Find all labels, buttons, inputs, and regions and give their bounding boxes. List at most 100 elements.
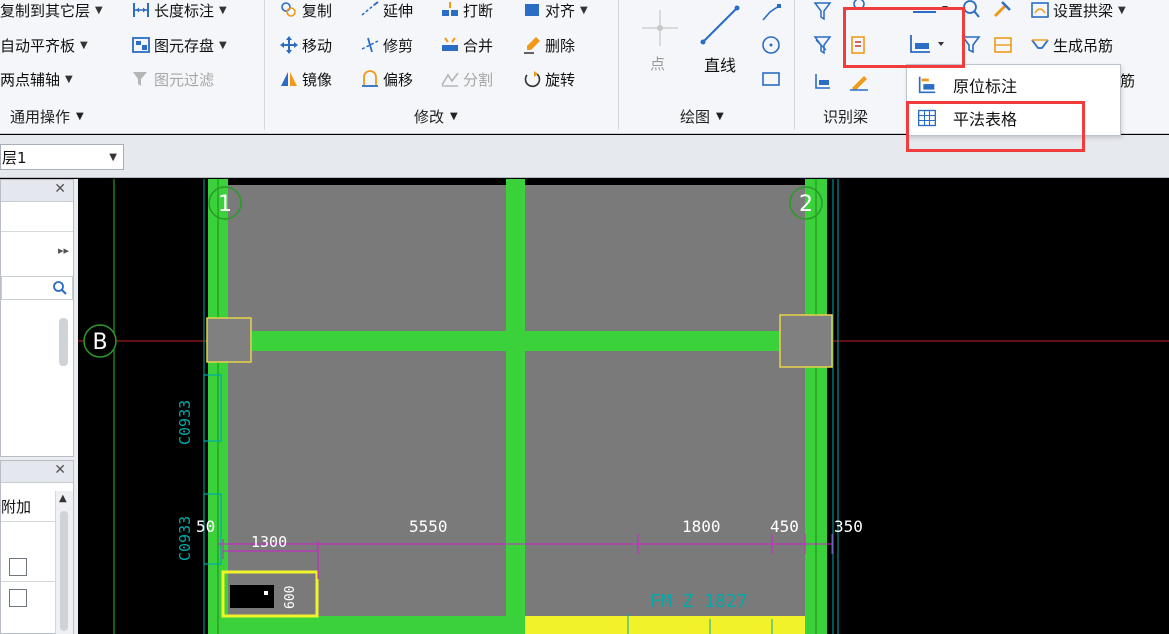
circle-tool-button[interactable] — [758, 32, 784, 58]
scrollbar-thumb[interactable] — [60, 511, 68, 631]
element-save-label: 图元存盘 — [154, 36, 215, 55]
dropdown-arrow-icon: ▼ — [95, 4, 103, 16]
cad-drawing[interactable]: 1 2 B C0933 C0933 50 1300 5550 1800 450 … — [78, 179, 1169, 634]
group-divider — [264, 0, 265, 130]
break-button[interactable]: 打断 — [440, 0, 493, 24]
align-button[interactable]: 对齐 ▼ — [522, 0, 588, 24]
two-point-aux-axis-button[interactable]: 两点辅轴 ▼ — [0, 65, 73, 93]
door-label: C0933 — [176, 400, 194, 445]
move-button[interactable]: 移动 — [279, 31, 332, 59]
auto-align-slab-label: 自动平齐板 — [0, 36, 76, 55]
close-icon[interactable]: ✕ — [54, 462, 66, 478]
properties-panel: ✕ 附加 ▲ — [0, 460, 74, 634]
arc-tool-button[interactable] — [758, 0, 784, 26]
identify-beam-tool-5[interactable] — [846, 68, 872, 94]
row-checkbox[interactable] — [9, 558, 27, 576]
close-icon[interactable]: ✕ — [54, 181, 66, 197]
line-tool-button[interactable] — [697, 2, 743, 48]
scroll-up-icon[interactable]: ▲ — [59, 493, 67, 504]
two-point-aux-axis-label: 两点辅轴 — [0, 70, 61, 89]
length-dimension-button[interactable]: 长度标注 ▼ — [131, 0, 227, 24]
search-icon[interactable] — [52, 280, 68, 296]
auto-align-slab-button[interactable]: 自动平齐板 ▼ — [0, 31, 88, 59]
in-place-annotation-button[interactable] — [908, 31, 948, 57]
identify-beam-tool-0[interactable] — [846, 0, 872, 20]
beam-span-icon — [913, 6, 948, 13]
group-label-draw[interactable]: 绘图 ▼ — [680, 103, 724, 129]
row-checkbox[interactable] — [9, 589, 27, 607]
search-beam-button[interactable] — [958, 0, 984, 22]
extend-button[interactable]: 延伸 — [360, 0, 413, 24]
floor-select[interactable]: 层1 ▼ — [0, 144, 124, 170]
column-b1[interactable] — [206, 317, 252, 363]
axis-label-1: 1 — [218, 192, 232, 217]
expand-arrows-icon[interactable]: ▸▸ — [58, 244, 69, 257]
slab-bottom-left[interactable] — [228, 351, 506, 616]
set-arch-beam-button[interactable]: 设置拱梁 ▼ — [1030, 0, 1126, 24]
identify-beam-tool-1[interactable] — [810, 0, 836, 24]
left-side-panel: ✕ ▸▸ ✕ 附加 ▲ — [0, 179, 78, 634]
beam-axis-b[interactable] — [228, 331, 805, 351]
hanger-icon — [1030, 35, 1050, 55]
panel-spacer — [1, 202, 73, 232]
panel-header: ✕ — [1, 180, 73, 202]
mirror-icon — [279, 69, 299, 89]
set-arch-beam-label: 设置拱梁 — [1053, 1, 1114, 20]
split-button[interactable]: 分割 — [440, 65, 493, 93]
element-height-text: 600 — [283, 586, 298, 609]
beam-selected-segment[interactable] — [525, 616, 805, 634]
mirror-button[interactable]: 镜像 — [279, 65, 332, 93]
group-label-general-ops[interactable]: 通用操作 ▼ — [10, 103, 84, 129]
offset-button[interactable]: 偏移 — [360, 65, 413, 93]
panel-header: ✕ — [1, 461, 73, 483]
group-divider — [794, 0, 795, 130]
funnel-icon — [961, 36, 981, 54]
beam-middle[interactable] — [506, 179, 525, 634]
delete-icon — [522, 35, 542, 55]
element-filter-button[interactable]: 图元过滤 — [131, 65, 214, 93]
group-label-modify[interactable]: 修改 ▼ — [414, 103, 458, 129]
column-b2[interactable] — [779, 314, 833, 368]
menu-item-table-grid[interactable]: 平法表格 — [907, 102, 1120, 134]
slab-bottom-right[interactable] — [525, 351, 805, 616]
merge-button[interactable]: 合并 — [440, 31, 493, 59]
trim-button[interactable]: 修剪 — [360, 31, 413, 59]
beam-hanger-tool-button[interactable] — [958, 32, 984, 58]
generate-hanger-button[interactable]: 生成吊筋 — [1030, 31, 1113, 59]
beam-table-tool-button[interactable] — [990, 32, 1016, 58]
rotate-button[interactable]: 旋转 — [522, 65, 575, 93]
split-label: 分割 — [463, 70, 494, 89]
dimension-text: 5550 — [409, 517, 448, 536]
menu-item-label: 平法表格 — [953, 110, 1018, 129]
copy-to-other-floor-button[interactable]: 复制到其它层 ▼ — [0, 0, 103, 24]
move-icon — [279, 35, 299, 55]
extend-icon — [360, 0, 380, 20]
identify-beam-tool-3[interactable] — [846, 32, 872, 58]
menu-item-in-place-annotation[interactable]: 原位标注 — [907, 69, 1120, 101]
align-icon — [522, 0, 542, 20]
delete-button[interactable]: 删除 — [522, 31, 575, 59]
identify-beam-tool-4[interactable] — [810, 68, 836, 94]
copy-button[interactable]: 复制 — [279, 0, 332, 24]
dimension-text: 1800 — [682, 517, 721, 536]
scrollbar-thumb[interactable] — [59, 318, 68, 366]
scrollbar-track[interactable]: ▲ — [55, 491, 73, 634]
beam-rebar-tool-button[interactable] — [990, 0, 1016, 22]
drawing-canvas[interactable]: 1 2 B C0933 C0933 50 1300 5550 1800 450 … — [78, 179, 1169, 634]
beam-tool-icon — [853, 0, 865, 10]
dimension-text: 450 — [770, 517, 799, 536]
slab-top-left[interactable] — [228, 185, 506, 331]
rectangle-tool-button[interactable] — [758, 66, 784, 92]
element-save-button[interactable]: 图元存盘 ▼ — [131, 31, 227, 59]
search-input[interactable] — [1, 276, 73, 300]
trim-icon — [360, 35, 380, 55]
beam-ops-tool-top[interactable] — [910, 0, 950, 22]
dropdown-arrow-icon: ▼ — [80, 39, 88, 51]
group-label-text: 修改 — [414, 107, 445, 126]
beam-table-icon — [994, 37, 1012, 53]
point-tool-button[interactable] — [640, 8, 680, 48]
merge-label: 合并 — [463, 36, 494, 55]
slab-top-right[interactable] — [525, 185, 805, 331]
group-label-identify-beam: 识别梁 — [823, 103, 868, 129]
identify-beam-tool-2[interactable] — [810, 32, 836, 58]
